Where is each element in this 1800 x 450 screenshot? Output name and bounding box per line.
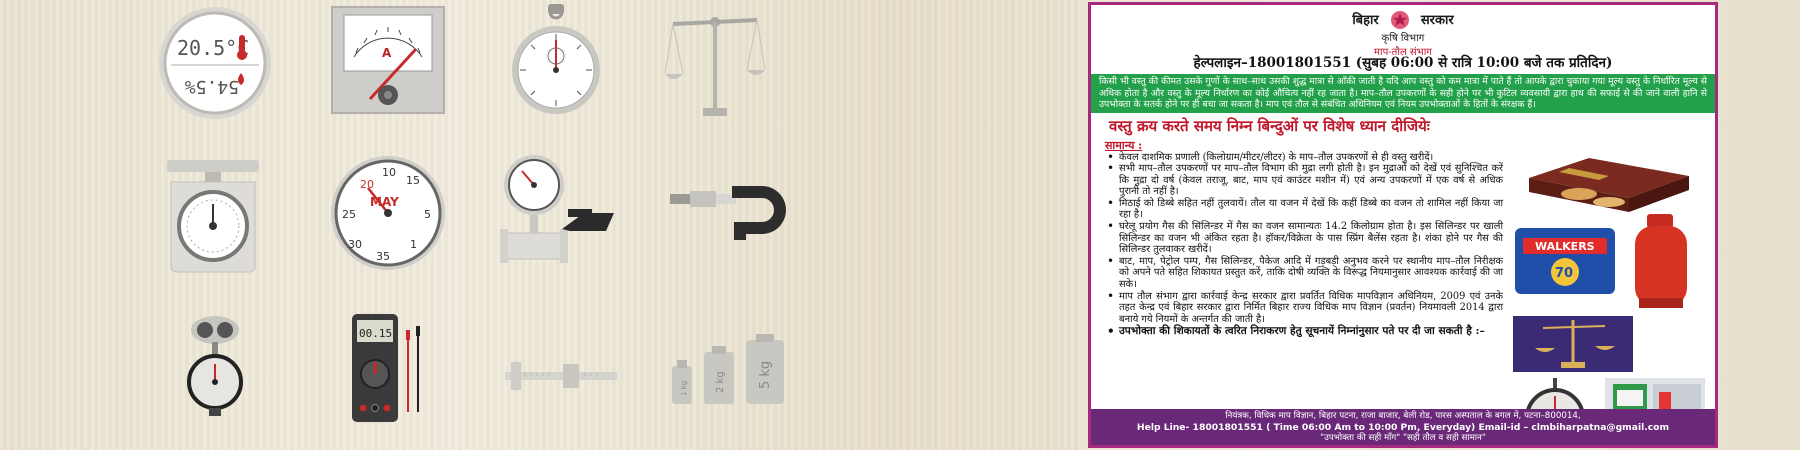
footer-slogan: "उपभोक्ता की सही माँग" "सही तौल व सही सा…	[1320, 433, 1486, 443]
bullet-item: घरेलू प्रयोग गैस की सिलिन्डर में गैस का …	[1105, 221, 1503, 256]
gas-cylinder-image	[1635, 213, 1687, 308]
poster-headline: वस्तु क्रय करते समय निम्न बिन्दुओं पर वि…	[1109, 116, 1430, 135]
intro-paragraph: किसी भी वस्तु की कीमत उसके गुणों के साथ–…	[1091, 74, 1715, 113]
vernier-caliper-icon	[505, 358, 617, 394]
info-poster: बिहार सरकार कृषि विभाग माप-तौल संभाग हेल…	[1088, 2, 1718, 448]
weights-icon: 1 kg 2 kg 5 kg	[668, 330, 786, 410]
chips-packet-image: WALKERS 70	[1515, 227, 1615, 294]
poster-body: सामान्य : केवल दाशमिक प्रणाली (किलोग्राम…	[1091, 138, 1715, 445]
thermo-humidity-text: 54.5%	[185, 76, 239, 97]
footer-contact: Help Line- 18001801551 ( Time 06:00 Am t…	[1136, 422, 1670, 433]
pressure-gauge-icon: 10 15 20 25 30 35 5 1 MAY	[330, 154, 446, 272]
multimeter-reading: 00.15	[359, 327, 392, 340]
chips-brand: WALKERS	[1535, 240, 1595, 253]
balance-scale-icon	[665, 10, 765, 122]
ammeter-unit: A	[382, 46, 392, 60]
stopwatch-icon	[510, 2, 602, 122]
gauge-tick-25: 25	[342, 208, 356, 221]
bullet-item: बाट, माप, पेट्रोल पम्प, गैस सिलिन्डर, पै…	[1105, 256, 1503, 291]
gauge-tick-5: 5	[424, 208, 431, 221]
kitchen-scale-icon	[163, 158, 263, 274]
bullet-item: मिठाई को डिब्बे सहित नहीं तुलवायें। तौल …	[1105, 198, 1503, 221]
multimeter-icon: 00.15	[350, 312, 430, 426]
product-images: WALKERS 70	[1509, 148, 1709, 445]
bullet-item-complaint: उपभोक्ता की शिकायतों के त्वरित निराकरण ह…	[1105, 325, 1503, 338]
gauge-tick-15: 15	[406, 174, 420, 187]
poster-footer: नियंत्रक, विधिक माप विज्ञान, बिहार पटना,…	[1091, 409, 1715, 445]
sweets-box-image	[1529, 157, 1689, 212]
thermo-hygrometer-icon: 20.5°C 54.5%	[155, 5, 275, 123]
footer-address: नियंत्रक, विधिक माप विज्ञान, बिहार पटना,…	[1225, 411, 1581, 421]
flow-meter-icon	[500, 153, 616, 277]
department-name: कृषि विभाग	[1381, 32, 1425, 44]
sub-department: माप-तौल संभाग	[1374, 46, 1432, 58]
state-emblem-icon	[1390, 10, 1410, 30]
weight-label-1kg: 1 kg	[680, 381, 688, 396]
gauge-tick-10: 10	[382, 166, 396, 179]
balance-purple-image	[1513, 315, 1633, 372]
weight-label-2kg: 2 kg	[715, 371, 726, 393]
weight-label-5kg: 5 kg	[758, 361, 773, 389]
govt-name-left: बिहार	[1352, 13, 1379, 28]
hanging-scale-icon	[185, 314, 245, 418]
gauge-tick-20: 20	[360, 178, 374, 191]
micrometer-icon	[668, 180, 786, 250]
poster-header: बिहार सरकार कृषि विभाग माप-तौल संभाग	[1091, 5, 1715, 58]
chips-count: 70	[1555, 266, 1573, 281]
bullet-item: माप तौल संभाग द्वारा कार्रवाई केन्द्र सर…	[1105, 291, 1503, 326]
gauge-tick-1: 1	[410, 238, 417, 251]
gauge-tick-30: 30	[348, 238, 362, 251]
ammeter-icon: A	[330, 5, 446, 115]
bullet-list: केवल दाशमिक प्रणाली (किलोग्राम/मीटर/लीटर…	[1105, 152, 1503, 338]
gauge-tick-35: 35	[376, 250, 390, 263]
govt-name-right: सरकार	[1420, 13, 1454, 28]
bullet-item: सभी माप–तौल उपकरणों पर माप–तौल विभाग की …	[1105, 163, 1503, 198]
bullet-item: केवल दाशमिक प्रणाली (किलोग्राम/मीटर/लीटर…	[1105, 152, 1503, 164]
